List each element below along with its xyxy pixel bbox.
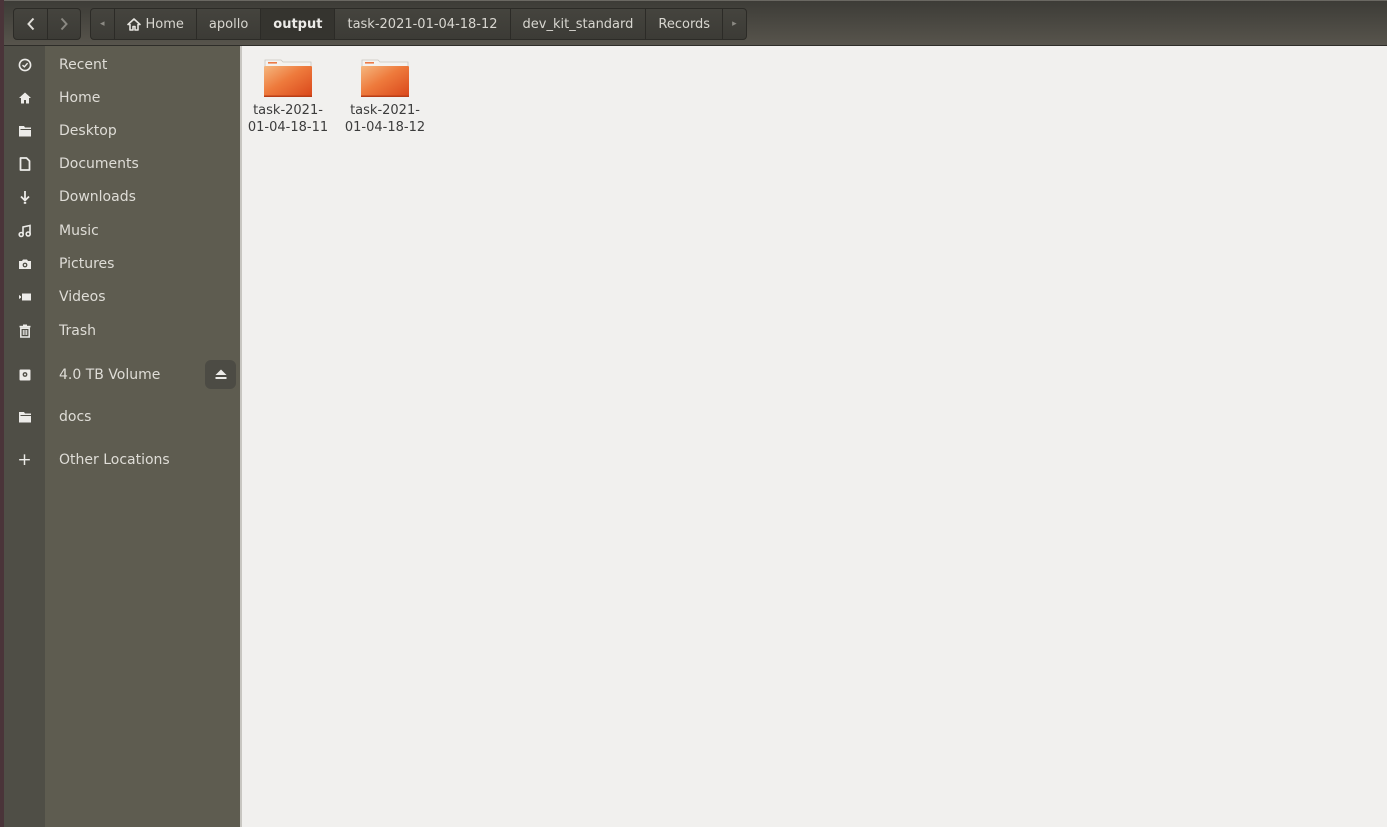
breadcrumb: ◂ Home apollo output task-2021-01-04-18-… <box>90 8 747 40</box>
sidebar-item-desktop[interactable]: Desktop <box>4 114 240 147</box>
folder-icon <box>361 59 409 97</box>
sidebar-item-label: 4.0 TB Volume <box>59 366 161 383</box>
document-icon <box>4 156 45 171</box>
sidebar-item-label: Downloads <box>59 188 136 205</box>
home-icon <box>126 17 141 31</box>
sidebar-item-recent[interactable]: Recent <box>4 48 240 81</box>
folder-icon <box>4 410 45 424</box>
folder-item[interactable]: task-2021- 01-04-18-11 <box>242 56 334 136</box>
folder-name-line: task-2021- <box>350 103 420 118</box>
plus-icon: + <box>17 449 32 470</box>
breadcrumb-label: dev_kit_standard <box>522 16 634 32</box>
camera-icon <box>4 257 45 271</box>
breadcrumb-scroll-right[interactable]: ▸ <box>722 9 746 39</box>
breadcrumb-scroll-left[interactable]: ◂ <box>91 9 114 39</box>
sidebar: Recent Home Desktop Documents Downloads <box>4 46 240 827</box>
breadcrumb-label: output <box>273 16 323 32</box>
video-icon <box>4 290 45 304</box>
sidebar-item-label: Other Locations <box>59 451 170 468</box>
sidebar-item-documents[interactable]: Documents <box>4 147 240 180</box>
file-manager-window: ◂ Home apollo output task-2021-01-04-18-… <box>0 0 1387 827</box>
home-icon <box>4 91 45 105</box>
clock-icon <box>4 58 45 72</box>
sidebar-item-other-locations[interactable]: + Other Locations <box>4 443 240 476</box>
download-icon <box>4 190 45 204</box>
sidebar-item-videos[interactable]: Videos <box>4 280 240 313</box>
eject-icon <box>215 369 226 379</box>
folder-name-line: task-2021- <box>253 103 323 118</box>
file-view: task-2021- 01-04-18-11 task-2021- 01-04-… <box>242 46 1387 827</box>
chevron-left-icon <box>26 17 34 31</box>
sidebar-item-label: Documents <box>59 155 139 172</box>
sidebar-item-label: docs <box>59 408 92 425</box>
breadcrumb-label: Home <box>145 16 184 32</box>
back-button[interactable] <box>14 9 47 39</box>
folder-name: task-2021- 01-04-18-11 <box>242 102 334 136</box>
window-edge <box>0 0 4 827</box>
breadcrumb-label: task-2021-01-04-18-12 <box>347 16 498 32</box>
breadcrumb-output[interactable]: output <box>260 9 335 39</box>
sidebar-item-docs[interactable]: docs <box>4 400 240 433</box>
sidebar-item-label: Desktop <box>59 122 117 139</box>
breadcrumb-label: Records <box>658 16 711 32</box>
breadcrumb-label: apollo <box>208 16 249 32</box>
forward-button[interactable] <box>47 9 80 39</box>
sidebar-item-label: Pictures <box>59 255 115 272</box>
navigation-buttons <box>13 8 81 40</box>
eject-button[interactable] <box>205 360 236 389</box>
sidebar-item-home[interactable]: Home <box>4 81 240 114</box>
folder-name-line: 01-04-18-11 <box>247 120 329 135</box>
sidebar-item-label: Home <box>59 89 101 106</box>
sidebar-item-label: Trash <box>59 322 96 339</box>
breadcrumb-dev-kit-standard[interactable]: dev_kit_standard <box>509 9 646 39</box>
music-icon <box>4 224 45 238</box>
trash-icon <box>4 324 45 338</box>
caret-left-icon: ◂ <box>100 19 105 29</box>
folder-name: task-2021- 01-04-18-12 <box>339 102 431 136</box>
chevron-right-icon <box>60 17 68 31</box>
breadcrumb-apollo[interactable]: apollo <box>195 9 260 39</box>
sidebar-item-label: Recent <box>59 56 108 73</box>
caret-right-icon: ▸ <box>732 19 737 29</box>
sidebar-item-pictures[interactable]: Pictures <box>4 247 240 280</box>
breadcrumb-task[interactable]: task-2021-01-04-18-12 <box>334 9 509 39</box>
folder-icon <box>264 59 312 97</box>
header-bar: ◂ Home apollo output task-2021-01-04-18-… <box>0 0 1387 46</box>
drive-icon <box>4 368 45 382</box>
sidebar-item-music[interactable]: Music <box>4 214 240 247</box>
folder-name-line: 01-04-18-12 <box>344 120 426 135</box>
breadcrumb-records[interactable]: Records <box>645 9 722 39</box>
folder-icon <box>4 124 45 138</box>
sidebar-item-volume[interactable]: 4.0 TB Volume <box>4 358 240 391</box>
breadcrumb-home[interactable]: Home <box>113 9 196 39</box>
sidebar-item-label: Music <box>59 222 99 239</box>
sidebar-item-downloads[interactable]: Downloads <box>4 180 240 213</box>
sidebar-item-trash[interactable]: Trash <box>4 314 240 347</box>
sidebar-item-label: Videos <box>59 288 106 305</box>
folder-item[interactable]: task-2021- 01-04-18-12 <box>339 56 431 136</box>
